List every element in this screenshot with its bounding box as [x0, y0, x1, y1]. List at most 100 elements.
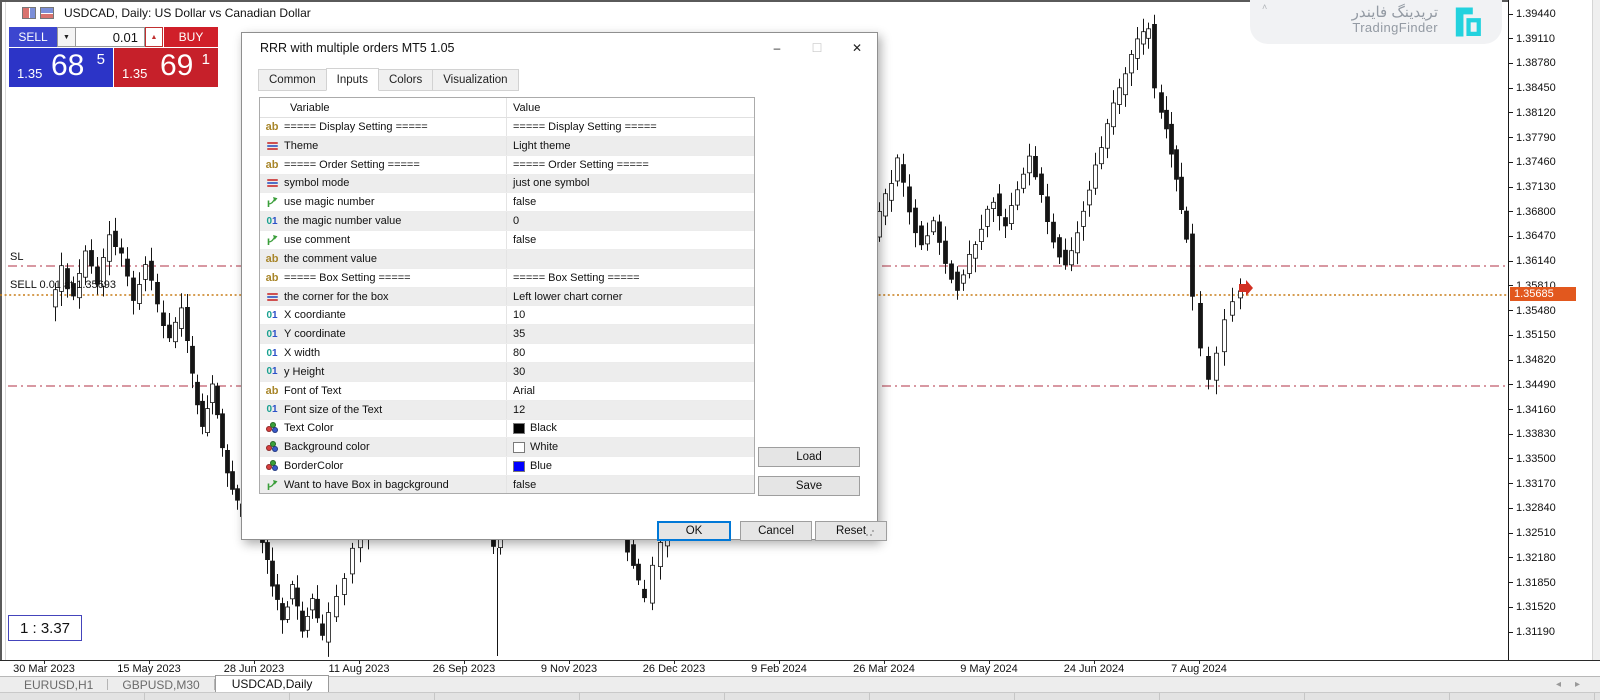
- param-row[interactable]: 01Y coordinate35: [260, 325, 754, 344]
- chart-window-icon[interactable]: [40, 7, 54, 19]
- param-value[interactable]: ===== Display Setting =====: [506, 118, 754, 136]
- param-value[interactable]: 12: [506, 401, 754, 419]
- param-value[interactable]: Blue: [506, 457, 754, 475]
- price-tick: 1.35150: [1509, 329, 1556, 342]
- param-value-text: Light theme: [513, 140, 570, 152]
- market-watch-icon[interactable]: [22, 7, 36, 19]
- price-tick: 1.38120: [1509, 106, 1556, 119]
- chevron-down-icon: ▼: [63, 34, 70, 41]
- tick-mark: [1509, 483, 1513, 484]
- param-row[interactable]: abthe comment value: [260, 250, 754, 269]
- param-row[interactable]: symbol modejust one symbol: [260, 175, 754, 194]
- reset-button[interactable]: Reset: [815, 521, 887, 541]
- param-row[interactable]: 01y Height30: [260, 363, 754, 382]
- param-name: ===== Display Setting =====: [284, 121, 506, 133]
- dialog-tab-colors[interactable]: Colors: [378, 69, 433, 91]
- sell-button[interactable]: SELL: [9, 27, 57, 47]
- dialog-tab-visualization[interactable]: Visualization: [432, 69, 518, 91]
- tab-scroll-arrows[interactable]: ◂▸: [1556, 679, 1594, 690]
- param-row[interactable]: abFont of TextArial: [260, 382, 754, 401]
- param-value[interactable]: Arial: [506, 382, 754, 400]
- load-button[interactable]: Load: [758, 447, 860, 467]
- color-param-icon: [266, 460, 279, 472]
- dialog-title-bar[interactable]: RRR with multiple orders MT5 1.05 – ☐ ✕: [242, 33, 877, 63]
- param-row[interactable]: Text ColorBlack: [260, 420, 754, 439]
- integer-param-icon: 01: [266, 329, 277, 340]
- chart-tab-eurusd-h1[interactable]: EURUSD,H1: [10, 678, 107, 692]
- param-row[interactable]: ab===== Order Setting ========== Order S…: [260, 156, 754, 175]
- param-value[interactable]: ===== Order Setting =====: [506, 156, 754, 174]
- ok-button[interactable]: OK: [657, 521, 731, 541]
- integer-param-icon: 01: [266, 348, 277, 359]
- param-name: X coordiante: [284, 309, 506, 321]
- param-value[interactable]: [506, 250, 754, 268]
- param-value[interactable]: 80: [506, 344, 754, 362]
- param-value[interactable]: false: [506, 193, 754, 211]
- time-tick-label: 15 May 2023: [117, 663, 181, 675]
- param-name: Font size of the Text: [284, 404, 506, 416]
- dialog-tab-common[interactable]: Common: [258, 69, 327, 91]
- param-row[interactable]: ThemeLight theme: [260, 137, 754, 156]
- param-value[interactable]: ===== Box Setting =====: [506, 269, 754, 287]
- param-value[interactable]: 35: [506, 325, 754, 343]
- param-value[interactable]: Left lower chart corner: [506, 288, 754, 306]
- tick-mark: [1509, 582, 1513, 583]
- param-row[interactable]: use magic numberfalse: [260, 193, 754, 212]
- volume-input[interactable]: 0.01: [76, 27, 145, 47]
- param-row[interactable]: use commentfalse: [260, 231, 754, 250]
- param-row[interactable]: 01X coordiante10: [260, 306, 754, 325]
- risk-reward-ratio-box[interactable]: 1 : 3.37: [8, 615, 82, 641]
- param-row[interactable]: 01X width80: [260, 344, 754, 363]
- param-value[interactable]: Light theme: [506, 137, 754, 155]
- tick-mark: [1509, 409, 1513, 410]
- tick-mark: [1509, 261, 1513, 262]
- tab-scroll-right-icon[interactable]: ▸: [1575, 679, 1594, 690]
- param-value-text: Black: [530, 422, 557, 434]
- volume-dropdown-button[interactable]: ▼: [57, 27, 76, 47]
- price-tick: 1.31520: [1509, 601, 1556, 614]
- right-scrollbar-strip[interactable]: [1592, 0, 1600, 660]
- collapse-icon: ˄: [1262, 2, 1267, 12]
- param-row[interactable]: Want to have Box in bagckgroundfalse: [260, 476, 754, 494]
- param-value[interactable]: White: [506, 438, 754, 456]
- price-tick: 1.38450: [1509, 82, 1556, 95]
- param-value[interactable]: 0: [506, 212, 754, 230]
- param-value[interactable]: false: [506, 476, 754, 494]
- open-position-label: SELL 0.01 at 1.35693: [10, 279, 116, 291]
- bid-price-display[interactable]: 1.35 68 5: [9, 48, 113, 87]
- chart-tab-usdcad-daily[interactable]: USDCAD,Daily: [215, 675, 330, 693]
- chart-tab-gbpusd-m30[interactable]: GBPUSD,M30: [108, 678, 213, 692]
- cancel-button[interactable]: Cancel: [740, 521, 812, 541]
- param-row[interactable]: Background colorWhite: [260, 438, 754, 457]
- boolean-param-icon: [266, 234, 279, 246]
- price-tick: 1.32180: [1509, 551, 1556, 564]
- buy-button[interactable]: BUY: [164, 27, 218, 47]
- tab-scroll-left-icon[interactable]: ◂: [1556, 679, 1575, 690]
- param-row[interactable]: ab===== Box Setting ========== Box Setti…: [260, 269, 754, 288]
- dialog-tab-inputs[interactable]: Inputs: [326, 68, 379, 91]
- save-button[interactable]: Save: [758, 476, 860, 496]
- param-row[interactable]: BorderColorBlue: [260, 457, 754, 476]
- tick-mark: [1509, 236, 1513, 237]
- resize-grip[interactable]: [865, 527, 875, 537]
- tick-mark: [1509, 434, 1513, 435]
- time-tick-label: 9 May 2024: [960, 663, 1017, 675]
- chart-title: USDCAD, Daily: US Dollar vs Canadian Dol…: [64, 6, 311, 20]
- param-value[interactable]: false: [506, 231, 754, 249]
- minimize-button[interactable]: –: [757, 34, 797, 62]
- param-value[interactable]: Black: [506, 420, 754, 438]
- param-value[interactable]: just one symbol: [506, 175, 754, 193]
- param-row[interactable]: 01Font size of the Text12: [260, 401, 754, 420]
- price-tick-label: 1.36800: [1516, 206, 1556, 218]
- maximize-button: ☐: [797, 34, 837, 62]
- param-row[interactable]: ab===== Display Setting ========== Displ…: [260, 118, 754, 137]
- ask-price-display[interactable]: 1.35 69 1: [114, 48, 218, 87]
- param-row[interactable]: 01the magic number value0: [260, 212, 754, 231]
- param-value-text: 30: [513, 366, 525, 378]
- price-scale[interactable]: 1.35685 1.394401.391101.387801.384501.38…: [1508, 0, 1600, 660]
- volume-step-up-button[interactable]: ▲: [145, 27, 163, 47]
- param-value[interactable]: 30: [506, 363, 754, 381]
- close-button[interactable]: ✕: [837, 34, 877, 62]
- param-row[interactable]: the corner for the boxLeft lower chart c…: [260, 288, 754, 307]
- param-value[interactable]: 10: [506, 306, 754, 324]
